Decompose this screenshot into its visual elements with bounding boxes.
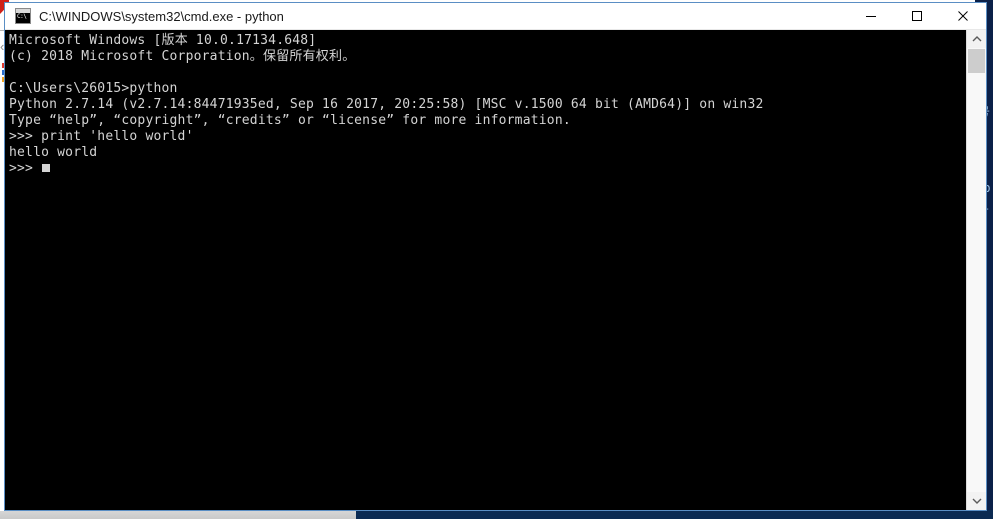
scrollbar-track[interactable] [967, 48, 986, 492]
console-scrollbar[interactable] [966, 30, 986, 510]
window-titlebar[interactable]: C:\ C:\WINDOWS\system32\cmd.exe - python [5, 3, 986, 30]
console-line: hello world [9, 145, 98, 160]
desktop-bottom-strip [356, 510, 993, 519]
window-controls [848, 3, 986, 30]
console-line: Python 2.7.14 (v2.7.14:84471935ed, Sep 1… [9, 97, 764, 112]
scrollbar-thumb[interactable] [968, 49, 985, 73]
console-output-area[interactable]: Microsoft Windows [版本 10.0.17134.648] (c)… [5, 30, 986, 510]
scroll-up-icon[interactable] [967, 30, 986, 48]
console-line: C:\Users\26015>python [9, 81, 178, 96]
cmd-console-icon: C:\ [15, 8, 31, 24]
text-cursor [42, 164, 51, 172]
console-line: >>> print 'hello world' [9, 129, 194, 144]
console-prompt-line: >>> [9, 161, 964, 177]
console-prompt: >>> [9, 161, 42, 176]
taskbar-strip [0, 511, 356, 519]
window-title: C:\WINDOWS\system32\cmd.exe - python [39, 8, 284, 24]
scroll-down-icon[interactable] [967, 492, 986, 510]
maximize-button[interactable] [894, 3, 940, 30]
console-line: Microsoft Windows [版本 10.0.17134.648] [9, 33, 317, 48]
icon-prompt-text: C:\ [17, 13, 27, 20]
console-text: Microsoft Windows [版本 10.0.17134.648] (c)… [9, 33, 964, 177]
console-line: (c) 2018 Microsoft Corporation。保留所有权利。 [9, 49, 356, 64]
minimize-button[interactable] [848, 3, 894, 30]
console-line: Type “help”, “copyright”, “credits” or “… [9, 113, 571, 128]
cmd-console-window: C:\ C:\WINDOWS\system32\cmd.exe - python [4, 2, 987, 511]
close-button[interactable] [940, 3, 986, 30]
